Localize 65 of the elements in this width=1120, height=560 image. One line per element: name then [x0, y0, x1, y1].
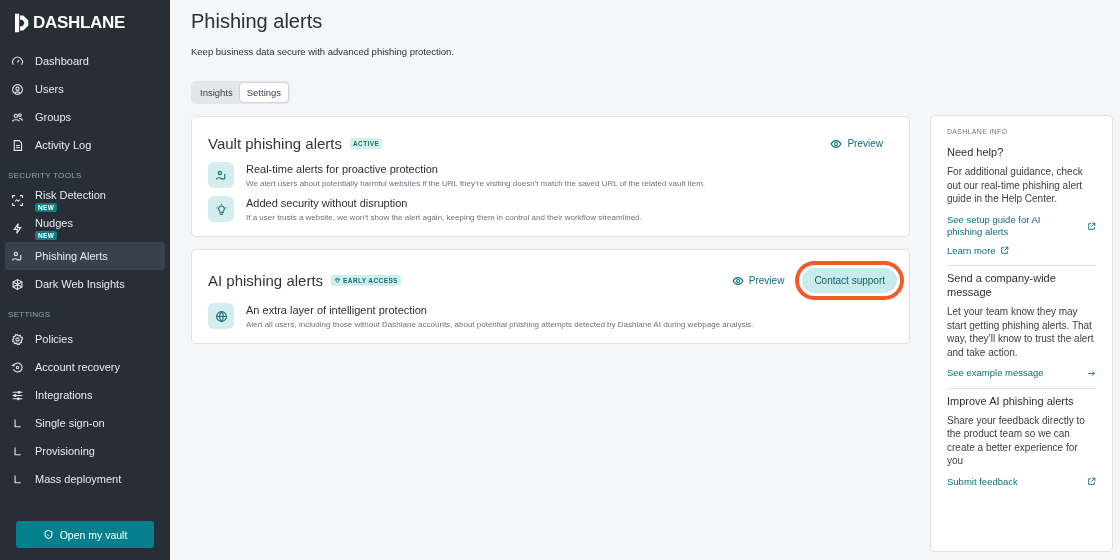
nav-item[interactable]: Groups	[5, 103, 165, 131]
tab[interactable]: Insights	[193, 83, 240, 102]
panel-title: Send a company-wide message	[947, 271, 1057, 299]
settings-icon	[11, 332, 24, 346]
corner-icon	[11, 444, 24, 458]
panel-text: Share your feedback directly to the product team so we can create a better experience for you	[947, 413, 1086, 468]
user-icon	[11, 82, 24, 96]
card-title: AI phishing alerts	[208, 272, 324, 289]
eye-icon	[830, 137, 843, 150]
feature-description: If a user trusts a website, we won’t show the alert again, keeping them in control and their workflow streamlined.	[246, 212, 642, 222]
document-icon	[11, 138, 24, 152]
nav-item[interactable]: Account recovery	[5, 353, 165, 381]
recovery-icon	[11, 360, 24, 374]
corner-icon	[11, 472, 24, 486]
person-hook-icon	[11, 249, 24, 263]
external-link-icon	[1087, 477, 1096, 487]
page-title: Phishing alerts	[191, 10, 324, 33]
page-subtitle: Keep business data secure with advanced phishing protection.	[191, 46, 455, 57]
panel-text: For additional guidance, check out our real-time phishing alert guide in the Help Center.	[947, 165, 1084, 206]
scan-icon	[11, 193, 24, 207]
tab[interactable]: Settings	[239, 83, 289, 102]
nav-item[interactable]: Mass deployment	[5, 465, 165, 493]
section-heading: SECURITY TOOLS	[7, 170, 83, 182]
nav-item[interactable]: Provisioning	[5, 437, 165, 465]
nav-item[interactable]: Phishing Alerts	[5, 242, 165, 270]
nav-item[interactable]: Dark Web Insights	[5, 270, 165, 298]
gem-icon	[334, 277, 342, 284]
logo-icon	[15, 13, 30, 33]
preview-link[interactable]: Preview	[731, 274, 785, 287]
panel-text: Let your team know they may start getting phishing alerts. That way, they’ll know to trust the alert and take action.	[947, 305, 1095, 359]
corner-icon	[11, 416, 24, 430]
nav-item[interactable]: Users	[5, 75, 165, 103]
person-hook-icon	[214, 168, 228, 182]
arrow-right-icon	[1087, 368, 1096, 378]
panel-link[interactable]: See example message	[947, 367, 1096, 380]
feature-title: An extra layer of intelligent protection	[246, 303, 428, 316]
feature-description: Alert all users, including those without Dashlane accounts, about potential phishing attempts detected by Dashlane AI during webpage analysis.	[246, 319, 754, 329]
eye-icon	[731, 274, 744, 287]
external-link-icon	[999, 246, 1009, 256]
group-icon	[11, 110, 24, 124]
gauge-icon	[11, 54, 24, 68]
sliders-icon	[11, 388, 24, 402]
nav-item[interactable]: Integrations	[5, 381, 165, 409]
preview-link[interactable]: Preview	[830, 137, 883, 150]
nav-item[interactable]: Dashboard	[5, 47, 165, 75]
nav-item[interactable]: Activity Log	[5, 131, 165, 159]
globe-icon	[214, 309, 228, 323]
card-title: Vault phishing alerts	[208, 135, 342, 152]
lightning-icon	[11, 221, 24, 235]
external-link-icon	[1087, 221, 1096, 231]
logo-text: DASHLANE	[33, 13, 126, 33]
feature-title: Added security without disruption	[246, 196, 409, 209]
panel-link[interactable]: Submit feedback	[947, 475, 1096, 488]
panel-link[interactable]: See setup guide for AI phishing alerts	[947, 213, 1096, 239]
panel-link[interactable]: Learn more	[947, 244, 1009, 257]
section-heading: SETTINGS	[7, 309, 52, 321]
feature-title: Real-time alerts for proactive protection	[246, 162, 439, 175]
feature-description: We alert users about potentially harmful websites if the URL they’re visiting doesn’t match the saved URL of the related vault item.	[246, 178, 706, 188]
panel-title: Improve AI phishing alerts	[947, 393, 1075, 408]
panel-title: Need help?	[947, 145, 1005, 159]
nav-item[interactable]: Policies	[5, 325, 165, 353]
nav-item[interactable]: Single sign-on	[5, 409, 165, 437]
open-vault-button[interactable]: Open my vault	[16, 521, 154, 548]
shield-icon	[42, 529, 54, 540]
cube-icon	[11, 277, 24, 291]
